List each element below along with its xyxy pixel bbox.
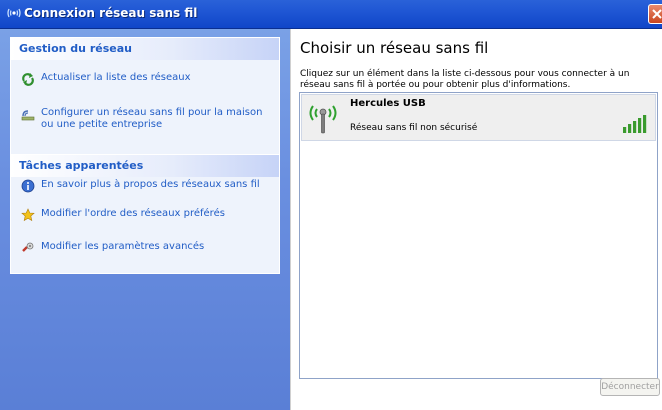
setup-network-label: Configurer un réseau sans fil pour la ma…: [41, 107, 263, 130]
network-tasks-panel: Gestion du réseau Actualiser la liste de…: [10, 37, 280, 165]
main-content: Choisir un réseau sans fil Cliquez sur u…: [290, 29, 662, 410]
related-tasks-panel: Tâches apparentées En savoir plus à prop…: [10, 154, 280, 274]
learn-more-link[interactable]: En savoir plus à propos des réseaux sans…: [21, 179, 265, 193]
info-icon: [21, 179, 35, 193]
signal-strength-icon: [623, 115, 647, 133]
window-title: Connexion réseau sans fil: [24, 6, 198, 20]
settings-icon: [22, 242, 34, 252]
task-pane: Gestion du réseau Actualiser la liste de…: [0, 29, 290, 410]
close-button[interactable]: [648, 4, 662, 24]
refresh-networks-link[interactable]: Actualiser la liste des réseaux: [21, 72, 265, 86]
wireless-icon: [7, 8, 21, 18]
title-bar: Connexion réseau sans fil: [0, 0, 662, 29]
advanced-settings-link[interactable]: Modifier les paramètres avancés: [21, 241, 265, 255]
close-icon: [652, 9, 662, 19]
change-order-label: Modifier l'ordre des réseaux préférés: [41, 208, 225, 219]
change-order-link[interactable]: Modifier l'ordre des réseaux préférés: [21, 208, 265, 222]
refresh-networks-label: Actualiser la liste des réseaux: [41, 72, 191, 83]
related-tasks-header[interactable]: Tâches apparentées: [11, 155, 279, 177]
learn-more-label: En savoir plus à propos des réseaux sans…: [41, 179, 260, 190]
refresh-icon: [22, 73, 34, 86]
setup-network-link[interactable]: Configurer un réseau sans fil pour la ma…: [21, 107, 265, 131]
network-list[interactable]: Hercules USB Réseau sans fil non sécuris…: [299, 92, 658, 379]
network-tasks-header[interactable]: Gestion du réseau: [11, 38, 279, 60]
network-name: Hercules USB: [350, 98, 426, 109]
network-security-status: Réseau sans fil non sécurisé: [350, 123, 478, 133]
network-list-item[interactable]: Hercules USB Réseau sans fil non sécuris…: [301, 94, 656, 141]
related-tasks-body: En savoir plus à propos des réseaux sans…: [11, 177, 279, 273]
disconnect-button[interactable]: Déconnecter: [600, 378, 660, 396]
page-title: Choisir un réseau sans fil: [300, 39, 489, 57]
antenna-icon: [309, 105, 337, 134]
instructions-text: Cliquez sur un élément dans la liste ci-…: [300, 69, 630, 90]
network-tasks-body: Actualiser la liste des réseaux Configur…: [11, 60, 279, 164]
wizard-icon: [21, 110, 35, 121]
star-icon: [21, 208, 35, 222]
advanced-settings-label: Modifier les paramètres avancés: [41, 241, 205, 252]
